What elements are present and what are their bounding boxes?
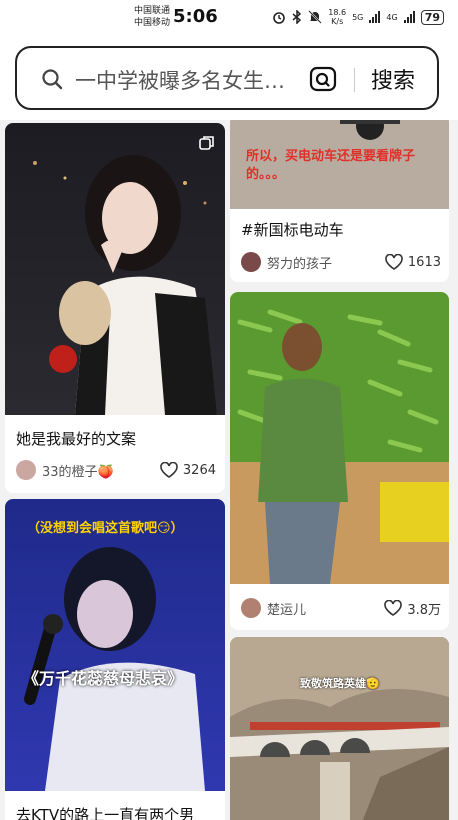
speed-unit: K/s [331,17,344,26]
feed-card[interactable]: （没想到会唱这首歌吧😏） 《万千花蕊慈母悲哀》 去KTV的路上一直有两个男 [5,499,225,820]
avatar[interactable] [241,252,261,272]
signal-icon-2 [403,11,415,23]
alarm-icon [273,12,286,24]
avatar[interactable] [241,598,261,618]
card-meta: 33的橙子🍑 3264 [16,459,216,481]
overlay-lyric: 《万千花蕊慈母悲哀》 [23,669,184,688]
status-bar: 中国联通 中国移动 5:06 18.6 K/s 5G 4G 79 [0,0,458,36]
heart-icon [384,600,403,616]
overlay-caption: 致敬筑路英雄🫡 [300,677,380,690]
card-image[interactable] [5,123,225,415]
feed-card[interactable]: 她是我最好的文案 33的橙子🍑 3264 [5,123,225,493]
card-title[interactable]: #新国标电动车 [241,219,441,240]
card-title[interactable]: 她是我最好的文案 [16,428,216,449]
card-title[interactable]: 去KTV的路上一直有两个男 [16,804,216,820]
avatar[interactable] [16,460,36,480]
overlay-caption: （没想到会唱这首歌吧😏） [27,521,184,536]
signal-icon [369,11,381,23]
network-speed: 18.6 K/s [328,8,346,26]
network-4g: 4G [386,12,398,22]
feed-card[interactable]: 楚运儿 3.8万 [230,292,449,630]
status-icons: 18.6 K/s 5G 4G 79 [272,8,444,26]
feed: 她是我最好的文案 33的橙子🍑 3264 （没想到会唱这首歌吧😏） 《万千花蕊慈 [0,120,458,820]
overlay-caption: 所以，买电动车还是要看牌子的。。。 [246,149,416,182]
search-button[interactable]: 搜索 [371,63,415,95]
card-image[interactable]: 致敬筑路英雄🫡 [230,637,449,820]
like-count: 3.8万 [407,602,441,618]
clock: 5:06 [173,6,218,27]
card-image[interactable]: （没想到会唱这首歌吧😏） 《万千花蕊慈母悲哀》 [5,499,225,791]
card-author[interactable]: 33的橙子🍑 [42,461,114,480]
search-box[interactable]: 一中学被曝多名女生… 搜索 [15,46,439,110]
bluetooth-icon [292,10,302,24]
feed-card[interactable]: 致敬筑路英雄🫡 [230,637,449,820]
carrier-info: 中国联通 中国移动 [134,5,170,29]
carrier-2: 中国移动 [134,18,171,28]
search-icon [42,69,63,90]
card-image[interactable] [230,292,449,584]
image-search-icon[interactable] [309,66,337,92]
heart-icon [385,254,403,270]
multi-image-icon [199,136,214,150]
like-count: 1613 [407,254,441,270]
search-header: 一中学被曝多名女生… 搜索 [0,36,458,120]
card-author[interactable]: 楚运儿 [267,599,306,618]
search-input[interactable]: 一中学被曝多名女生… [75,65,300,95]
card-meta: 努力的孩子 1613 [241,251,441,273]
carrier-1: 中国联通 [134,6,171,16]
feed-card[interactable]: 所以，买电动车还是要看牌子的。。。 #新国标电动车 努力的孩子 1613 [230,120,449,282]
network-5g: 5G [352,12,364,22]
mute-icon [308,10,322,24]
like-button[interactable]: 3264 [160,462,216,478]
card-author[interactable]: 努力的孩子 [267,253,332,272]
speed-value: 18.6 [328,8,347,17]
battery-icon: 79 [420,9,444,25]
card-meta: 楚运儿 3.8万 [241,597,441,619]
heart-icon [160,462,178,478]
like-button[interactable]: 1613 [385,254,441,270]
card-image[interactable]: 所以，买电动车还是要看牌子的。。。 [230,120,449,209]
like-button[interactable]: 3.8万 [384,599,441,618]
divider [354,68,355,92]
like-count: 3264 [182,462,216,478]
